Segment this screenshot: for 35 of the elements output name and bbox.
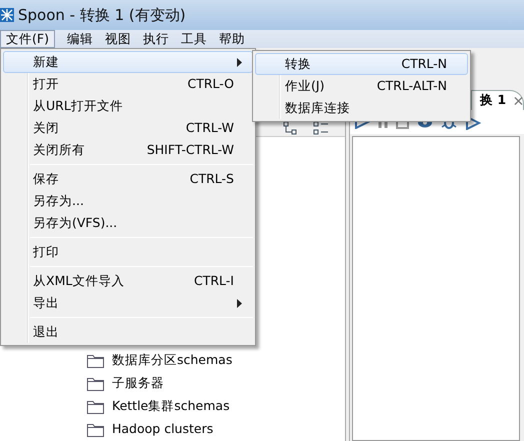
menu-item[interactable]: 关闭 CTRL-W [3, 117, 253, 139]
menu-item[interactable]: 导出 [3, 292, 253, 314]
menu-bar-item[interactable]: 执行 [136, 30, 175, 48]
app-icon [0, 8, 14, 22]
menu-item[interactable]: 数据库连接 [255, 97, 468, 119]
menu-item[interactable]: 打开 CTRL-O [3, 73, 253, 95]
menu-bar-item[interactable]: 工具 [174, 30, 213, 48]
window-title: Spoon - 转换 1 (有变动) [18, 4, 186, 26]
menu-item[interactable]: 转换 CTRL-N [255, 53, 468, 75]
menu-item[interactable]: 另存为(VFS)... [3, 212, 253, 234]
menu-bar-item[interactable]: 帮助 [212, 30, 251, 48]
menu-item[interactable]: 打印 [3, 241, 253, 263]
menu-bar-item[interactable]: 编辑 [60, 30, 99, 48]
menu-item[interactable]: 另存为... [3, 190, 253, 212]
tree-item[interactable]: 子服务器 [112, 374, 164, 393]
menu-item[interactable]: 新建 [3, 51, 253, 73]
tree-item[interactable]: Kettle集群schemas [112, 397, 230, 416]
menu-bar-item[interactable]: 视图 [98, 30, 137, 48]
menu-item[interactable]: 保存 CTRL-S [3, 168, 253, 190]
folder-icon [87, 400, 104, 414]
close-icon[interactable] [514, 96, 523, 106]
folder-icon [87, 422, 104, 436]
menu-bar-item[interactable]: 文件(F) [0, 30, 55, 48]
menu-item[interactable]: 从XML文件导入 CTRL-I [3, 270, 253, 292]
list-icon[interactable] [313, 121, 329, 135]
tree-item[interactable]: 数据库分区schemas [112, 351, 232, 370]
folder-icon [87, 376, 104, 390]
menu-item[interactable]: 从URL打开文件 [3, 95, 253, 117]
editor-tab[interactable]: 换 1 [471, 90, 524, 110]
folder-icon [87, 354, 104, 368]
menu-item[interactable]: 关闭所有 SHIFT-CTRL-W [3, 139, 253, 161]
hierarchy-icon[interactable] [283, 121, 297, 135]
menu-item[interactable]: 退出 [3, 321, 253, 343]
tree-item[interactable]: Hadoop clusters [112, 420, 214, 439]
menu-item[interactable]: 作业(J) CTRL-ALT-N [255, 75, 468, 97]
